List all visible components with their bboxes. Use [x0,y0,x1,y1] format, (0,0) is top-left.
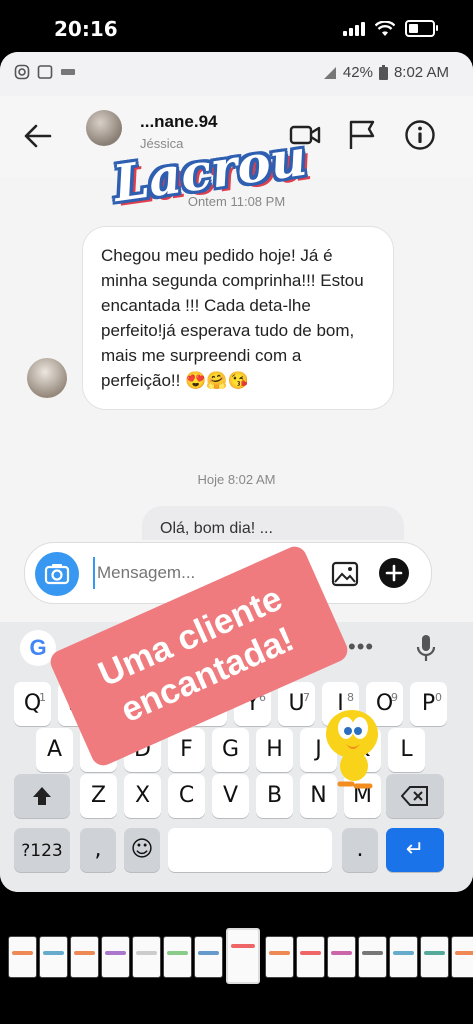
key-v[interactable]: V [212,774,249,818]
received-message[interactable]: Chegou meu pedido hoje! Já é minha segun… [82,226,394,410]
inner-time: 8:02 AM [393,64,449,81]
key-number-hint: 1 [39,691,46,704]
inner-status-right: 42% 8:02 AM [323,64,449,81]
key-z[interactable]: Z [80,774,117,818]
notification-icons [14,64,76,80]
space-key[interactable] [168,828,332,872]
story-thumbnail[interactable] [451,936,473,978]
key-x[interactable]: X [124,774,161,818]
key-g[interactable]: G [212,728,249,772]
plus-icon [385,564,403,582]
key-number-hint: 7 [303,691,310,704]
story-thumbnail[interactable] [420,936,449,978]
sent-message-text: Olá, bom dia! ... [160,520,273,537]
enter-key[interactable]: ↵ [386,828,444,872]
key-p[interactable]: P0 [410,682,447,726]
inner-signal-icon [323,66,336,79]
sent-message[interactable]: Olá, bom dia! ... [142,506,404,540]
key-h[interactable]: H [256,728,293,772]
backspace-icon [400,786,428,806]
gallery-button-icon[interactable] [331,560,359,588]
story-screenshot: 42% 8:02 AM ...nane.94 Jéssica Ontem 11:… [0,52,473,892]
key-a[interactable]: A [36,728,73,772]
key-l[interactable]: L [388,728,425,772]
signal-icon [343,21,365,36]
key-label: P [421,691,436,716]
key-u[interactable]: U7 [278,682,315,726]
story-thumbnail[interactable] [296,936,325,978]
key-c[interactable]: C [168,774,205,818]
shift-key[interactable] [14,774,70,818]
story-thumbnail[interactable] [163,936,192,978]
avatar[interactable] [86,110,122,146]
message-thread: Ontem 11:08 PM Chegou meu pedido hoje! J… [0,178,473,622]
story-thumbnail[interactable] [265,936,294,978]
more-icon[interactable]: ••• [348,634,374,660]
story-thumbnail[interactable] [70,936,99,978]
wifi-icon [375,20,395,36]
key-number-hint: 0 [435,691,442,704]
story-thumbnail[interactable] [39,936,68,978]
story-thumbnail[interactable] [389,936,418,978]
battery-icon [405,20,438,37]
story-thumbnail-strip [0,928,473,984]
story-thumbnail[interactable] [101,936,130,978]
story-thumbnail[interactable] [194,936,223,978]
camera-button[interactable] [35,552,79,596]
status-time: 20:16 [54,17,118,41]
key-b[interactable]: B [256,774,293,818]
key-q[interactable]: Q1 [14,682,51,726]
message-icon [61,69,75,75]
key-number-hint: 9 [391,691,398,704]
backspace-key[interactable] [386,774,444,818]
inner-battery-icon [378,65,388,80]
chat-username[interactable]: ...nane.94 [140,112,217,132]
battery-percent: 42% [342,64,373,81]
story-thumbnail[interactable] [358,936,387,978]
inner-status-bar: 42% 8:02 AM [0,52,473,96]
gallery-icon [37,65,53,79]
story-thumbnail[interactable] [8,936,37,978]
sender-avatar[interactable] [27,358,67,398]
viewer-status-bar: 20:16 [0,0,473,56]
shift-icon [33,787,51,805]
emoji-key[interactable]: ☺ [124,828,160,872]
instagram-icon [14,64,30,80]
story-thumbnail[interactable] [327,936,356,978]
camera-icon [44,564,70,585]
story-thumbnail[interactable] [132,936,161,978]
symbols-key[interactable]: ?123 [21,841,62,861]
info-icon[interactable] [403,118,437,152]
comma-key[interactable]: , [80,828,116,872]
status-icons [343,20,438,37]
tweety-sticker [326,710,378,789]
add-button[interactable] [379,558,409,588]
period-key[interactable]: . [342,828,378,872]
flag-icon[interactable] [345,118,379,152]
timestamp: Hoje 8:02 AM [197,472,276,487]
story-thumbnail[interactable] [226,928,260,984]
microphone-icon[interactable] [412,632,440,664]
back-arrow-icon[interactable] [20,118,56,154]
